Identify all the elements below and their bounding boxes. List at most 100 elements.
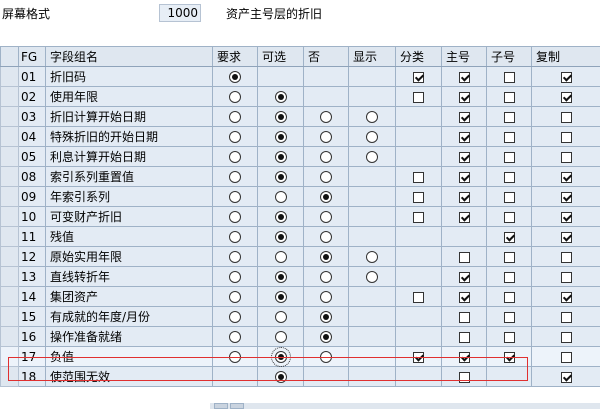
row-selector[interactable] [0,66,19,87]
radio-no[interactable] [320,251,332,263]
checkbox-main-number[interactable] [458,171,470,183]
select-all-header[interactable] [0,46,19,67]
row-selector[interactable] [0,306,19,327]
radio-optional[interactable] [274,131,287,143]
checkbox-sub-number[interactable] [503,291,515,303]
checkbox-classification[interactable] [413,291,424,303]
screen-layout-value-field[interactable]: 1000 [159,4,201,22]
checkbox-sub-number[interactable] [503,331,515,343]
radio-optional[interactable] [274,251,287,263]
radio-optional[interactable] [274,371,287,383]
scroll-left-button[interactable] [214,403,228,409]
radio-no[interactable] [320,291,332,303]
radio-required[interactable] [229,291,241,303]
checkbox-copy[interactable] [560,71,572,83]
radio-required[interactable] [229,311,241,323]
radio-optional[interactable] [274,211,287,223]
checkbox-main-number[interactable] [458,191,470,203]
row-selector[interactable] [0,206,19,227]
checkbox-copy[interactable] [560,171,572,183]
row-selector[interactable] [0,166,19,187]
checkbox-main-number[interactable] [458,271,470,283]
checkbox-sub-number[interactable] [503,171,515,183]
checkbox-main-number[interactable] [458,371,470,383]
checkbox-classification[interactable] [413,211,424,223]
radio-no[interactable] [320,351,332,363]
radio-display[interactable] [366,251,378,263]
column-header-classification[interactable]: 分类 [395,46,442,67]
radio-required[interactable] [229,111,241,123]
radio-optional[interactable] [274,111,287,123]
checkbox-copy[interactable] [560,311,572,323]
checkbox-copy[interactable] [560,211,572,223]
checkbox-copy[interactable] [560,271,572,283]
radio-display[interactable] [366,271,378,283]
radio-no[interactable] [320,191,332,203]
radio-optional[interactable] [274,291,287,303]
checkbox-sub-number[interactable] [503,131,515,143]
column-header-copy[interactable]: 复制 [531,46,600,67]
row-selector[interactable] [0,186,19,207]
row-selector[interactable] [0,226,19,247]
radio-required[interactable] [229,131,241,143]
checkbox-sub-number[interactable] [503,231,515,243]
checkbox-sub-number[interactable] [503,111,515,123]
checkbox-classification[interactable] [413,191,424,203]
radio-display[interactable] [366,111,378,123]
row-selector[interactable] [0,146,19,167]
radio-required[interactable] [229,271,241,283]
radio-optional[interactable] [274,331,287,343]
radio-optional[interactable] [274,91,287,103]
checkbox-copy[interactable] [560,131,572,143]
checkbox-copy[interactable] [560,111,572,123]
column-header-display[interactable]: 显示 [348,46,396,67]
scroll-right-button[interactable] [230,403,244,409]
column-header-main-number[interactable]: 主号 [441,46,487,67]
row-selector[interactable] [0,246,19,267]
radio-required[interactable] [229,251,241,263]
checkbox-main-number[interactable] [458,91,470,103]
radio-required[interactable] [229,331,241,343]
checkbox-main-number[interactable] [458,151,470,163]
row-selector[interactable] [0,86,19,107]
checkbox-copy[interactable] [560,251,572,263]
checkbox-copy[interactable] [560,151,572,163]
checkbox-sub-number[interactable] [503,311,515,323]
checkbox-sub-number[interactable] [503,71,515,83]
checkbox-copy[interactable] [560,91,572,103]
radio-required[interactable] [229,171,241,183]
row-selector[interactable] [0,266,19,287]
row-selector[interactable] [0,106,19,127]
checkbox-classification[interactable] [413,91,424,103]
radio-no[interactable] [320,311,332,323]
radio-optional[interactable] [274,191,287,203]
radio-no[interactable] [320,231,332,243]
radio-optional[interactable] [270,347,291,367]
radio-optional[interactable] [274,311,287,323]
checkbox-sub-number[interactable] [503,351,515,363]
radio-required[interactable] [229,231,241,243]
checkbox-classification[interactable] [413,71,424,83]
checkbox-sub-number[interactable] [503,251,515,263]
radio-no[interactable] [320,331,332,343]
checkbox-sub-number[interactable] [503,271,515,283]
radio-no[interactable] [320,131,332,143]
checkbox-main-number[interactable] [458,211,470,223]
checkbox-main-number[interactable] [458,311,470,323]
row-selector[interactable] [0,346,19,367]
checkbox-sub-number[interactable] [503,191,515,203]
checkbox-main-number[interactable] [458,131,470,143]
column-header-required[interactable]: 要求 [212,46,258,67]
checkbox-copy[interactable] [560,191,572,203]
checkbox-copy[interactable] [560,331,572,343]
checkbox-main-number[interactable] [458,351,470,363]
column-header-sub-number[interactable]: 子号 [486,46,532,67]
checkbox-main-number[interactable] [458,251,470,263]
checkbox-sub-number[interactable] [503,211,515,223]
horizontal-scrollbar[interactable] [210,403,600,409]
checkbox-main-number[interactable] [458,71,470,83]
radio-required[interactable] [229,191,241,203]
column-header-field-group-name[interactable]: 字段组名 [45,46,213,67]
radio-optional[interactable] [274,171,287,183]
row-selector[interactable] [0,286,19,307]
